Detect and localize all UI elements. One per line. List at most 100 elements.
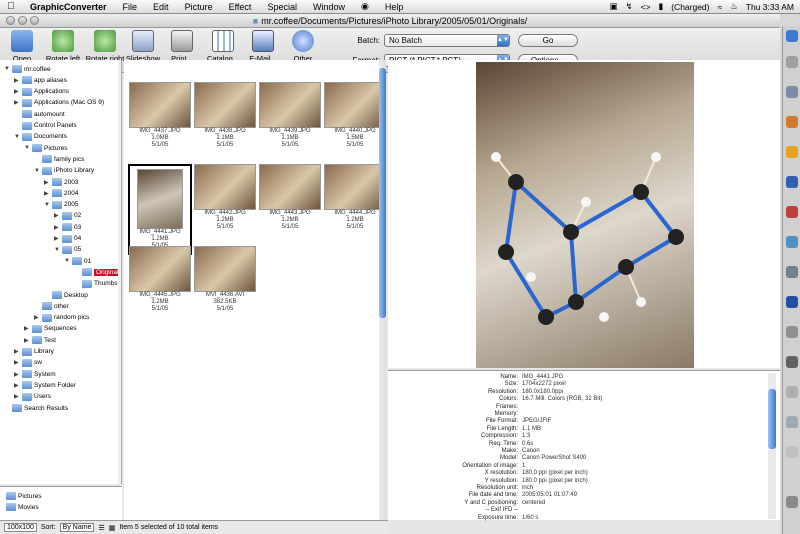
tree-item[interactable]: ▼ Pictures — [24, 143, 67, 153]
disclosure-closed-icon[interactable]: ▶ — [14, 382, 20, 389]
go-button[interactable]: Go — [518, 33, 578, 47]
rotate-right-button[interactable]: Rotate right — [84, 30, 126, 63]
tree-item[interactable]: other — [34, 301, 69, 311]
tree-scrollbar[interactable] — [118, 60, 121, 484]
tree-item[interactable]: ▼ mr.coffee — [4, 64, 51, 74]
thumbnail-item[interactable]: IMG_4443.JPG 1.2MB 5/1/05 — [258, 164, 322, 231]
thumbnail-item[interactable]: IMG_4439.JPG 1.1MB 5/1/05 — [258, 82, 322, 149]
info-scrollbar[interactable] — [768, 373, 776, 519]
volume-icon[interactable]: ♨ — [730, 1, 738, 12]
slideshow-button[interactable]: Slideshow — [125, 30, 161, 63]
scroll-thumb[interactable] — [379, 68, 386, 318]
app-icon[interactable] — [786, 446, 798, 458]
thumbnail-item[interactable]: IMG_4438.JPG 1.1MB 5/1/05 — [193, 82, 257, 149]
favorite-item-pictures[interactable]: Pictures — [4, 491, 41, 501]
thumbnail-item[interactable]: IMG_4440.JPG 1.5MB 5/1/05 — [323, 82, 387, 149]
tree-item[interactable]: ▶ random pics — [34, 313, 89, 323]
menu-app[interactable]: GraphicConverter — [22, 2, 115, 12]
zoom-select[interactable]: 100x100 — [4, 523, 37, 532]
disclosure-closed-icon[interactable]: ▶ — [14, 88, 20, 95]
tree-item[interactable]: ▶ 02 — [54, 211, 81, 221]
disclosure-open-icon[interactable]: ▼ — [54, 247, 60, 253]
app-icon[interactable] — [786, 116, 798, 128]
sort-select[interactable]: By Name — [59, 523, 95, 532]
disclosure-open-icon[interactable]: ▼ — [44, 202, 50, 208]
disclosure-closed-icon[interactable]: ▶ — [14, 359, 20, 366]
sync-icon[interactable]: <> — [641, 2, 651, 12]
tree-item[interactable]: ▶ 2004 — [44, 188, 78, 198]
wifi-icon[interactable]: ≈ — [718, 2, 723, 12]
tree-item[interactable]: ▼ Documents — [14, 132, 67, 142]
scroll-thumb[interactable] — [768, 389, 776, 449]
view-grid-icon[interactable]: ▦ — [109, 524, 116, 532]
disclosure-closed-icon[interactable]: ▶ — [44, 179, 50, 186]
app-icon[interactable] — [786, 86, 798, 98]
tree-item[interactable]: ▶ System — [14, 369, 56, 379]
preview-photo[interactable] — [476, 62, 694, 368]
finder-icon[interactable] — [786, 30, 798, 42]
view-list-icon[interactable]: ☰ — [98, 524, 104, 532]
disclosure-closed-icon[interactable]: ▶ — [24, 325, 30, 332]
app-icon[interactable] — [786, 146, 798, 158]
window-titlebar[interactable]: ■ mr.coffee/Documents/Pictures/iPhoto Li… — [0, 14, 780, 28]
batch-select[interactable]: No Batch ▲▼ — [384, 33, 510, 47]
tree-item[interactable]: ▶ app aliases — [14, 75, 67, 85]
disclosure-closed-icon[interactable]: ▶ — [34, 314, 40, 321]
rotate-left-button[interactable]: Rotate left — [42, 30, 84, 63]
menu-window[interactable]: Window — [305, 2, 353, 12]
battery-icon[interactable]: ▮ — [659, 1, 664, 12]
email-button[interactable]: E-Mail... — [248, 30, 278, 63]
thumbnail-scrollbar[interactable] — [379, 60, 386, 520]
menu-special[interactable]: Special — [259, 2, 305, 12]
app-icon[interactable] — [786, 236, 798, 248]
menu-edit[interactable]: Edit — [145, 2, 177, 12]
close-button[interactable] — [6, 16, 15, 25]
tree-item[interactable]: ▼ 01 — [64, 256, 91, 266]
thumbnail-item[interactable]: IMG_4437.JPG 1.0MB 5/1/05 — [128, 82, 192, 149]
disclosure-closed-icon[interactable]: ▶ — [14, 77, 20, 84]
app-icon[interactable] — [786, 266, 798, 278]
globe-icon[interactable]: ◉ — [353, 1, 377, 12]
tree-item[interactable]: ▶ Applications — [14, 87, 69, 97]
tree-item[interactable]: Search Results — [4, 403, 68, 413]
other-button[interactable]: Other — [288, 30, 318, 63]
tree-item[interactable]: automount — [14, 109, 65, 119]
menu-clock[interactable]: Thu 3:33 AM — [746, 2, 794, 12]
tree-item[interactable]: Thumbs — [74, 279, 117, 289]
disclosure-closed-icon[interactable]: ▶ — [54, 212, 60, 219]
tree-item[interactable]: ▶ Test — [24, 335, 56, 345]
menu-file[interactable]: File — [115, 2, 146, 12]
app-icon[interactable] — [786, 206, 798, 218]
thumbnail-item[interactable]: IMG_4445.JPG 1.2MB 5/1/05 — [128, 246, 192, 313]
menu-effect[interactable]: Effect — [221, 2, 260, 12]
favorite-item-movies[interactable]: Movies — [4, 502, 39, 512]
tree-item[interactable]: ▶ Users — [14, 392, 51, 402]
disclosure-closed-icon[interactable]: ▶ — [44, 190, 50, 197]
thumbnail-item[interactable]: IMG_4444.JPG 1.2MB 5/1/05 — [323, 164, 387, 231]
app-icon[interactable] — [786, 56, 798, 68]
tree-item[interactable]: ▶ System Folder — [14, 380, 76, 390]
disclosure-open-icon[interactable]: ▼ — [24, 145, 30, 151]
tree-item[interactable]: ▼ 2005 — [44, 200, 78, 210]
disclosure-open-icon[interactable]: ▼ — [4, 66, 10, 72]
display-icon[interactable]: ▣ — [609, 1, 617, 12]
power-icon[interactable]: ↯ — [625, 1, 632, 12]
app-icon[interactable] — [786, 386, 798, 398]
trash-icon[interactable] — [786, 496, 798, 508]
battery-status[interactable]: (Charged) — [671, 2, 709, 12]
thumbnail-item[interactable]: IMG_4441.JPG1.2MB5/1/05 — [128, 164, 192, 255]
thumbnail-item[interactable]: MVI_4436.AVI 382.5KB 5/1/05 — [193, 246, 257, 313]
minimize-button[interactable] — [18, 16, 27, 25]
disclosure-open-icon[interactable]: ▼ — [64, 258, 70, 264]
disclosure-closed-icon[interactable]: ▶ — [14, 348, 20, 355]
catalog-button[interactable]: Catalog... — [204, 30, 242, 63]
open-button[interactable]: Open — [4, 30, 40, 63]
tree-item[interactable]: ▶ 03 — [54, 222, 81, 232]
tree-item[interactable]: ▶ 04 — [54, 234, 81, 244]
print-button[interactable]: Print... — [166, 30, 198, 63]
menu-help[interactable]: Help — [377, 2, 412, 12]
disclosure-closed-icon[interactable]: ▶ — [54, 224, 60, 231]
disclosure-closed-icon[interactable]: ▶ — [14, 393, 20, 400]
app-icon[interactable] — [786, 296, 798, 308]
disclosure-closed-icon[interactable]: ▶ — [54, 235, 60, 242]
